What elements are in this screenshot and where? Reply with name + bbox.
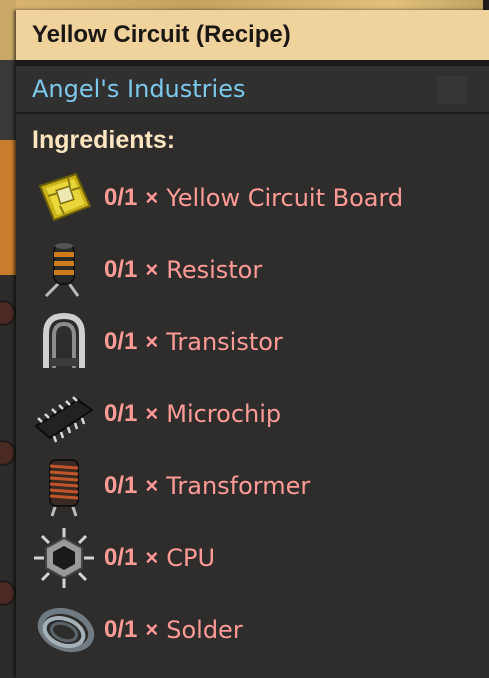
times-symbol: × — [145, 545, 159, 570]
yellow-circuit-board-icon — [32, 166, 96, 230]
ingredient-amount: 0/1 — [104, 184, 138, 211]
ingredients-heading: Ingredients: — [32, 126, 176, 154]
times-symbol: × — [145, 329, 159, 354]
ingredient-amount: 0/1 — [104, 544, 138, 571]
recipe-source: Angel's Industries — [32, 75, 246, 103]
search-icon — [437, 76, 467, 104]
tooltip-title: Yellow Circuit (Recipe) — [32, 21, 291, 48]
ingredient-row: 0/1 × Microchip — [32, 378, 472, 450]
times-symbol: × — [145, 185, 159, 210]
times-symbol: × — [145, 473, 159, 498]
ingredient-name: Transformer — [166, 472, 311, 500]
resistor-icon — [32, 238, 96, 302]
cpu-icon — [32, 526, 96, 590]
microchip-icon — [32, 382, 96, 446]
ingredient-amount: 0/1 — [104, 400, 138, 427]
recipe-source-row: Angel's Industries — [16, 66, 489, 114]
transformer-icon — [32, 454, 96, 518]
transistor-icon — [32, 310, 96, 374]
ingredient-name: CPU — [166, 544, 216, 572]
background-top — [0, 0, 489, 10]
tooltip-title-bar: Yellow Circuit (Recipe) — [16, 10, 489, 60]
ingredient-amount: 0/1 — [104, 472, 138, 499]
times-symbol: × — [145, 257, 159, 282]
ingredient-amount: 0/1 — [104, 256, 138, 283]
ingredient-name: Yellow Circuit Board — [166, 184, 404, 212]
background-left — [0, 0, 16, 678]
ingredient-row: 0/1 × Resistor — [32, 234, 472, 306]
background-decoration — [0, 300, 16, 326]
solder-icon — [32, 598, 96, 662]
ingredient-row: 0/1 × Transistor — [32, 306, 472, 378]
times-symbol: × — [145, 617, 159, 642]
times-symbol: × — [145, 401, 159, 426]
ingredient-name: Resistor — [166, 256, 263, 284]
ingredient-name: Solder — [166, 616, 243, 644]
ingredient-row: 0/1 × Solder — [32, 594, 472, 666]
ingredient-amount: 0/1 — [104, 616, 138, 643]
ingredient-name: Microchip — [166, 400, 282, 428]
ingredient-row: 0/1 × Yellow Circuit Board — [32, 162, 472, 234]
ingredient-row: 0/1 × CPU — [32, 522, 472, 594]
background-decoration — [0, 580, 16, 606]
ingredient-list: 0/1 × Yellow Circuit Board 0/1 × Resisto… — [32, 162, 472, 666]
background-decoration — [0, 440, 16, 466]
recipe-tooltip: Yellow Circuit (Recipe) Angel's Industri… — [16, 10, 489, 678]
ingredient-amount: 0/1 — [104, 328, 138, 355]
ingredient-name: Transistor — [166, 328, 283, 356]
ingredient-row: 0/1 × Transformer — [32, 450, 472, 522]
